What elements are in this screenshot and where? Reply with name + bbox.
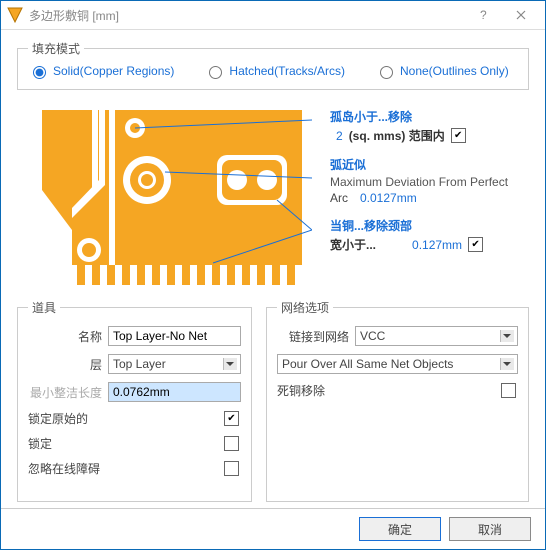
fill-mode-none[interactable]: None(Outlines Only) [375,63,509,79]
connect-select-value: VCC [360,329,385,343]
lock-orig-checkbox[interactable] [224,411,239,426]
dead-checkbox[interactable] [501,383,516,398]
window-title: 多边形敷铜 [mm] [29,7,467,24]
island-value: 2 [336,129,343,143]
pour-select[interactable]: Pour Over All Same Net Objects [277,354,518,374]
island-unit: (sq. mms) 范围内 [349,127,445,144]
name-input[interactable] [108,326,241,346]
arc-title: 弧近似 [330,156,529,173]
svg-text:?: ? [480,9,487,21]
chevron-down-icon [503,334,511,338]
titlebar: 多边形敷铜 [mm] ? [1,1,545,30]
radio-hatched-label: Hatched(Tracks/Arcs) [229,64,345,78]
ok-button-label: 确定 [388,521,412,538]
chevron-down-icon [226,362,234,366]
minlen-input[interactable] [108,382,241,402]
ignore-checkbox[interactable] [224,461,239,476]
layer-select-value: Top Layer [113,357,166,371]
net-legend: 网络选项 [277,299,333,316]
net-group: 网络选项 链接到网络 VCC Pour Over All Same Net Ob… [266,299,529,502]
fill-mode-hatched[interactable]: Hatched(Tracks/Arcs) [204,63,345,79]
help-button[interactable]: ? [467,4,503,26]
name-label: 名称 [28,328,102,345]
preview-side-info: 孤岛小于...移除 2 (sq. mms) 范围内 弧近似 Maximum De… [330,100,529,265]
radio-none[interactable] [380,66,393,79]
preview-row: 孤岛小于...移除 2 (sq. mms) 范围内 弧近似 Maximum De… [17,100,529,285]
footer: 确定 取消 [1,508,545,549]
arc-block: 弧近似 Maximum Deviation From Perfect Arc 0… [330,156,529,205]
close-button[interactable] [503,4,539,26]
neck-sublabel: 宽小于... [330,236,376,253]
groups-row: 道具 名称 层 Top Layer 最小整洁长度 [17,299,529,502]
radio-hatched[interactable] [209,66,222,79]
connect-select[interactable]: VCC [355,326,518,346]
props-legend: 道具 [28,299,60,316]
neck-title: 当铜...移除颈部 [330,217,529,234]
ignore-label: 忽略在线障碍 [28,460,100,477]
radio-none-label: None(Outlines Only) [400,64,509,78]
lock-checkbox[interactable] [224,436,239,451]
ok-button[interactable]: 确定 [359,517,441,541]
props-group: 道具 名称 层 Top Layer 最小整洁长度 [17,299,252,502]
body: 填充模式 Solid(Copper Regions) Hatched(Track… [1,30,545,508]
island-checkbox[interactable] [451,128,466,143]
arc-value: 0.0127mm [360,191,417,205]
fill-mode-row: Solid(Copper Regions) Hatched(Tracks/Arc… [28,63,518,79]
dialog-window: 多边形敷铜 [mm] ? 填充模式 Solid(Copper Regions) … [0,0,546,550]
fill-mode-legend: 填充模式 [28,40,84,57]
fill-mode-group: 填充模式 Solid(Copper Regions) Hatched(Track… [17,40,529,90]
arc-sub2-prefix: Arc [330,191,348,205]
dead-label: 死铜移除 [277,382,325,399]
layer-select[interactable]: Top Layer [108,354,241,374]
lock-orig-label: 锁定原始的 [28,410,88,427]
lock-label: 锁定 [28,435,52,452]
fill-mode-solid[interactable]: Solid(Copper Regions) [28,63,174,79]
arc-sub1: Maximum Deviation From Perfect [330,175,529,189]
cancel-button[interactable]: 取消 [449,517,531,541]
connect-label: 链接到网络 [277,328,349,345]
pcb-preview-illustration [17,100,312,285]
chevron-down-icon [503,362,511,366]
minlen-label: 最小整洁长度 [28,384,102,401]
island-block: 孤岛小于...移除 2 (sq. mms) 范围内 [330,108,529,144]
radio-solid[interactable] [33,66,46,79]
neck-checkbox[interactable] [468,237,483,252]
app-icon [7,7,23,23]
pour-select-value: Pour Over All Same Net Objects [282,357,453,371]
neck-block: 当铜...移除颈部 宽小于... 0.127mm [330,217,529,253]
radio-solid-label: Solid(Copper Regions) [53,64,174,78]
layer-label: 层 [28,356,102,373]
cancel-button-label: 取消 [478,521,502,538]
island-title: 孤岛小于...移除 [330,108,529,125]
neck-value: 0.127mm [412,238,462,252]
